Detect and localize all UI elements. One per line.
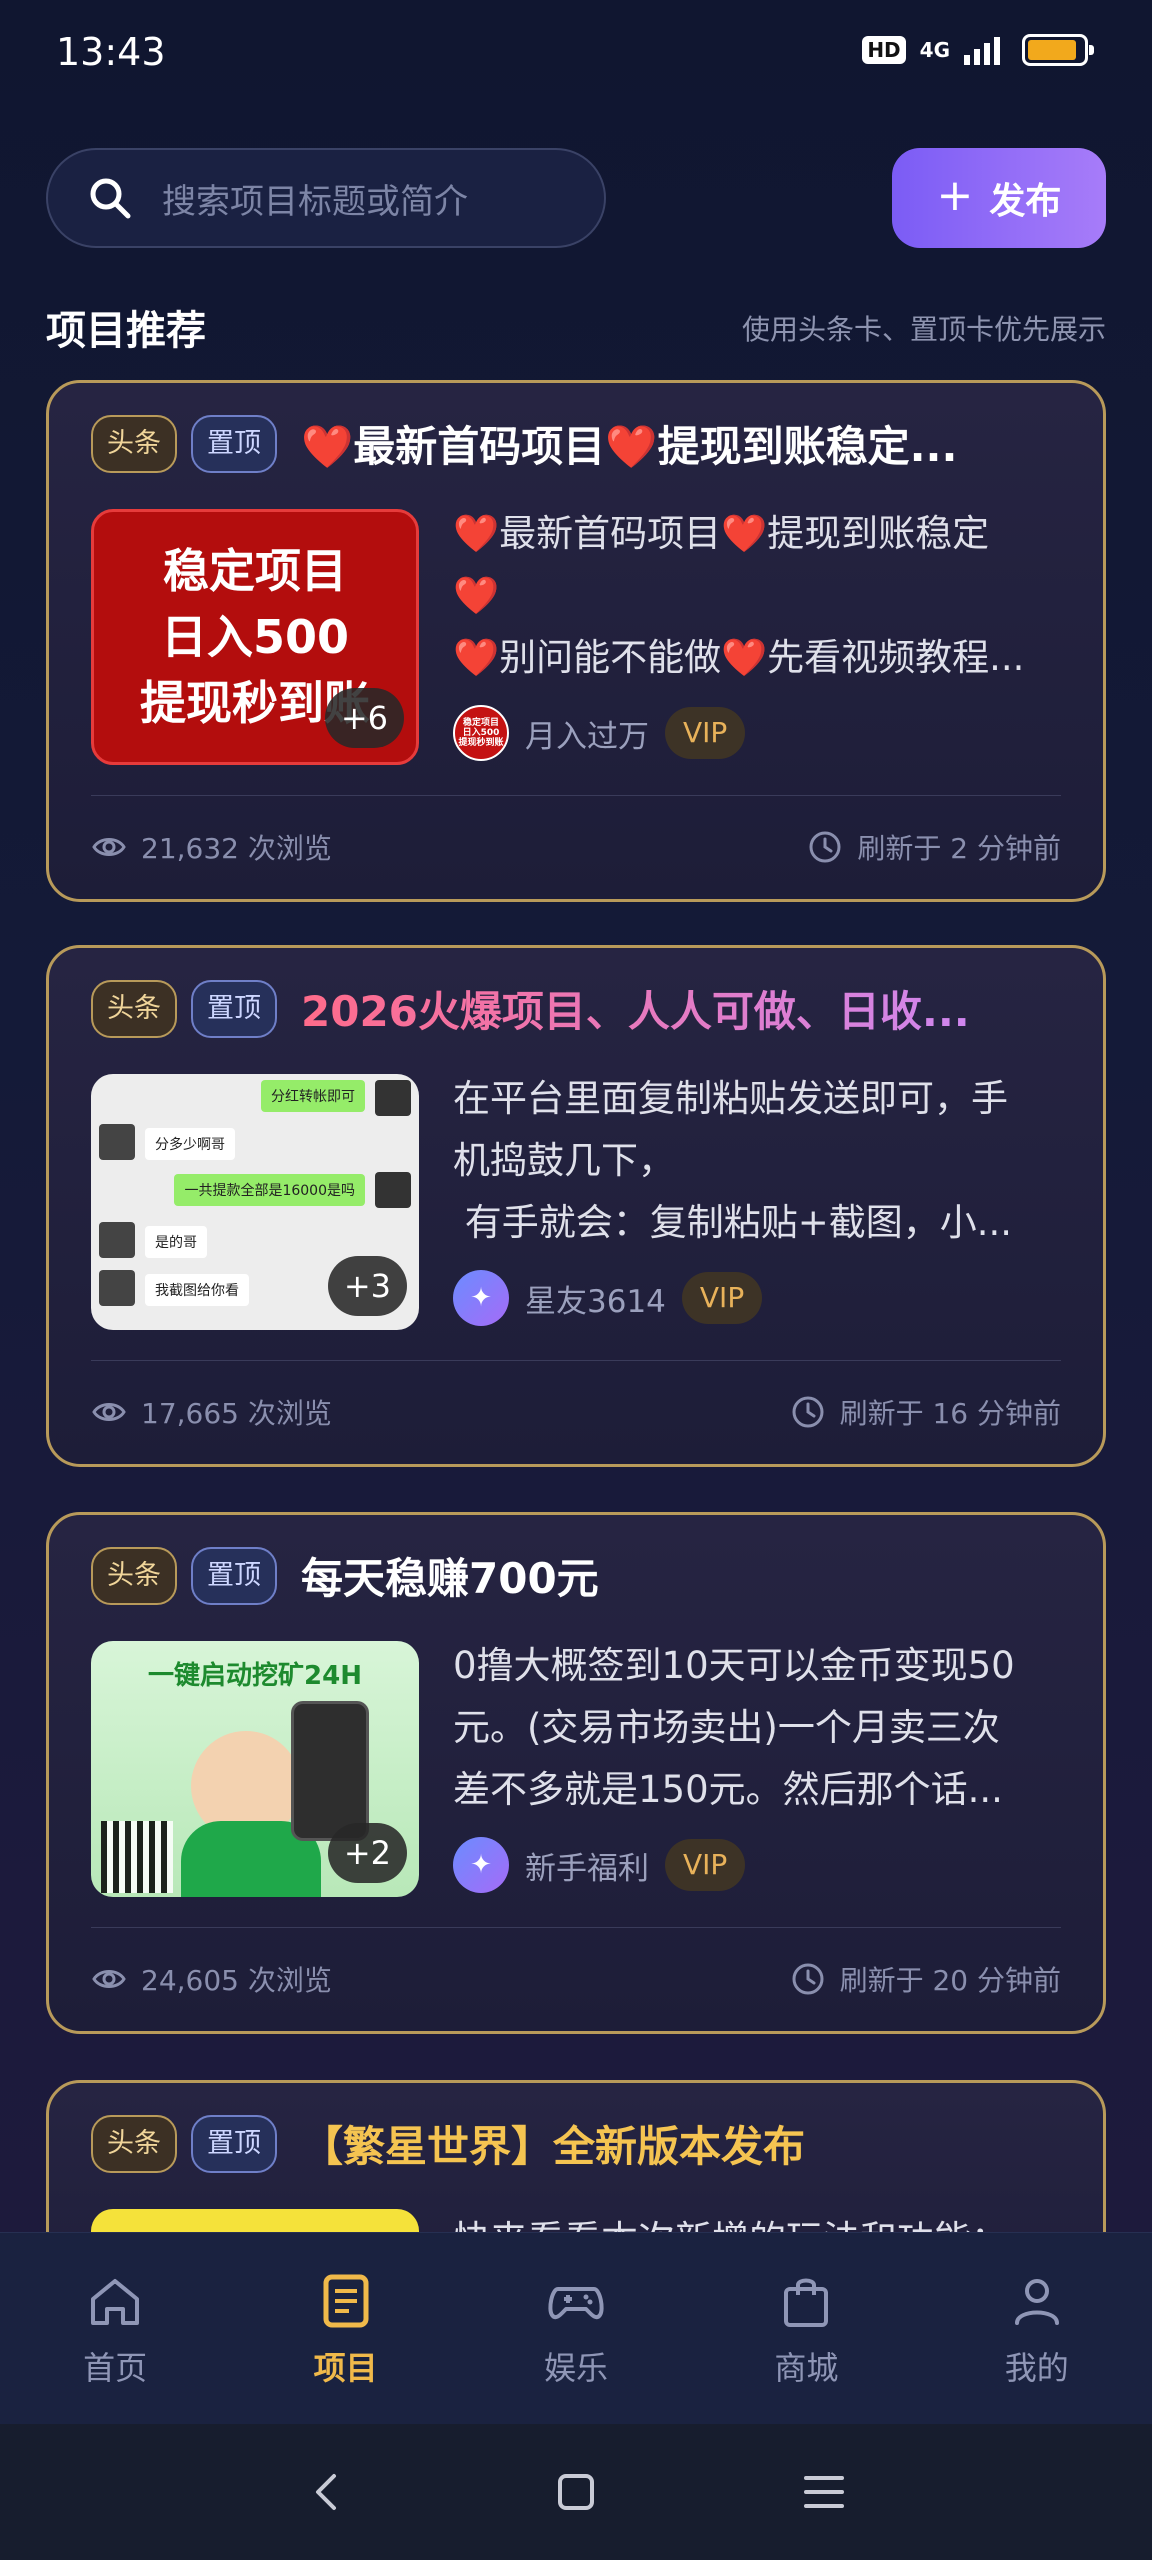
avatar: 稳定项目 日入500 提现秒到账 (453, 705, 509, 761)
project-card[interactable]: 头条 置顶 ❤️最新首码项目❤️提现到账稳定... 稳定项目 日入500 提现秒… (46, 380, 1106, 902)
more-images-badge: +6 (324, 688, 404, 748)
card-title: 【繁星世界】全新版本发布 (301, 2122, 806, 2171)
bottom-nav: 首页 项目 娱乐 商城 我的 (0, 2232, 1152, 2424)
nav-item-home[interactable]: 首页 (35, 2269, 195, 2389)
phone-image (291, 1701, 369, 1841)
headline-tag: 头条 (91, 1546, 177, 1605)
clock-icon (792, 1963, 824, 1995)
user-icon (1014, 2278, 1059, 2325)
clock-icon (809, 831, 841, 863)
author-name: 星友3614 (525, 1283, 666, 1320)
signal-icon (964, 37, 1000, 65)
divider (91, 795, 1061, 796)
eye-icon (92, 838, 126, 856)
nav-item-mall[interactable]: 商城 (726, 2269, 886, 2389)
divider (91, 1360, 1061, 1361)
card-thumbnail[interactable]: 分红转帐即可 分多少啊哥 一共提款全部是16000是吗 是的哥 我截图给你看 +… (91, 1074, 419, 1330)
thumb-text: 稳定项目 (163, 544, 347, 598)
headline-tag: 头条 (91, 979, 177, 1038)
view-count: 24,605 次浏览 (91, 1959, 332, 1999)
battery-icon (1022, 34, 1094, 66)
project-card[interactable]: 头条 置顶 每天稳赚700元 一键启动挖矿24H +2 0撸大概签到10天可以金… (46, 1512, 1106, 2034)
eye-icon (92, 1970, 126, 1988)
author-row[interactable]: 稳定项目 日入500 提现秒到账 月入过万 VIP (453, 705, 746, 761)
network-label: 4G (919, 38, 950, 62)
refresh-time: 刷新于 20 分钟前 (790, 1959, 1061, 1999)
author-name: 新手福利 (525, 1850, 649, 1887)
plus-icon: + (936, 170, 974, 221)
back-icon[interactable] (304, 2468, 352, 2516)
list-icon (323, 2274, 369, 2327)
publish-label: 发布 (989, 181, 1062, 222)
thumb-text: 日入500 (160, 610, 350, 664)
vip-badge: VIP (665, 707, 746, 759)
card-description: 在平台里面复制粘贴发送即可，手 机捣鼓几下， 有手就会：复制粘贴+截图，小... (453, 1077, 1013, 1244)
card-thumbnail[interactable]: 稳定项目 日入500 提现秒到账 +6 (91, 509, 419, 765)
thumb-banner: 一键启动挖矿24H (148, 1661, 362, 1691)
home-button-icon[interactable] (552, 2468, 600, 2516)
headline-tag: 头条 (91, 414, 177, 473)
system-nav-bar (0, 2424, 1152, 2560)
project-card[interactable]: 头条 置顶 2026火爆项目、人人可做、日收... 分红转帐即可 分多少啊哥 一… (46, 945, 1106, 1467)
hd-icon: HD (862, 36, 906, 64)
headline-tag: 头条 (91, 2114, 177, 2173)
view-count: 21,632 次浏览 (91, 827, 332, 867)
refresh-time: 刷新于 2 分钟前 (807, 827, 1061, 867)
chat-bubble: 分红转帐即可 (261, 1080, 365, 1112)
menu-icon[interactable] (800, 2468, 848, 2516)
nav-item-projects[interactable]: 项目 (266, 2269, 426, 2389)
sparkle-icon: ✦ (453, 1270, 509, 1326)
nav-item-entertainment[interactable]: 娱乐 (496, 2269, 656, 2389)
clock-icon (792, 1396, 824, 1428)
card-title: ❤️最新首码项目❤️提现到账稳定... (301, 422, 958, 471)
section-hint: 使用头条卡、置顶卡优先展示 (741, 313, 1106, 346)
home-icon (91, 2278, 140, 2325)
chat-avatar (99, 1222, 135, 1258)
card-title: 每天稳赚700元 (301, 1554, 599, 1603)
publish-button[interactable]: + 发布 (892, 148, 1106, 248)
vip-badge: VIP (665, 1839, 746, 1891)
chat-avatar (375, 1172, 411, 1208)
qr-code (101, 1821, 173, 1893)
view-count: 17,665 次浏览 (91, 1392, 332, 1432)
search-placeholder: 搜索项目标题或简介 (162, 181, 468, 222)
status-icons: HD 4G (862, 34, 1094, 66)
card-description: 0撸大概签到10天可以金币变现50 元。(交易市场卖出)一个月卖三次 差不多就是… (453, 1644, 1015, 1811)
author-row[interactable]: ✦ 星友3614 VIP (453, 1270, 763, 1326)
chat-bubble: 是的哥 (145, 1226, 207, 1258)
gamepad-icon (548, 2286, 604, 2319)
pin-tag: 置顶 (191, 1546, 277, 1605)
more-images-badge: +2 (327, 1823, 407, 1883)
chat-bubble: 我截图给你看 (145, 1274, 249, 1306)
refresh-time: 刷新于 16 分钟前 (790, 1392, 1061, 1432)
chat-avatar (375, 1080, 411, 1116)
card-title: 2026火爆项目、人人可做、日收... (301, 978, 1071, 1039)
status-bar: 13:43 HD 4G (0, 0, 1152, 110)
chat-avatar (99, 1270, 135, 1306)
divider (91, 1927, 1061, 1928)
card-description: ❤️最新首码项目❤️提现到账稳定 ❤️ ❤️别问能不能做❤️先看视频教程... (453, 512, 1025, 679)
chat-bubble: 分多少啊哥 (145, 1128, 235, 1160)
section-title: 项目推荐 (46, 308, 206, 354)
author-name: 月入过万 (525, 718, 649, 755)
chat-avatar (99, 1124, 135, 1160)
search-icon (90, 178, 131, 219)
shopping-bag-icon (784, 2278, 829, 2327)
sparkle-icon: ✦ (453, 1837, 509, 1893)
pin-tag: 置顶 (191, 979, 277, 1038)
card-thumbnail[interactable]: 一键启动挖矿24H +2 (91, 1641, 419, 1897)
vip-badge: VIP (681, 1272, 763, 1324)
status-time: 13:43 (56, 30, 166, 74)
chat-bubble: 一共提款全部是16000是吗 (174, 1174, 365, 1206)
more-images-badge: +3 (327, 1256, 407, 1316)
nav-item-me[interactable]: 我的 (957, 2269, 1117, 2389)
pin-tag: 置顶 (191, 414, 277, 473)
eye-icon (92, 1403, 126, 1421)
search-input[interactable]: 搜索项目标题或简介 (46, 148, 606, 248)
pin-tag: 置顶 (191, 2114, 277, 2173)
author-row[interactable]: ✦ 新手福利 VIP (453, 1837, 746, 1893)
